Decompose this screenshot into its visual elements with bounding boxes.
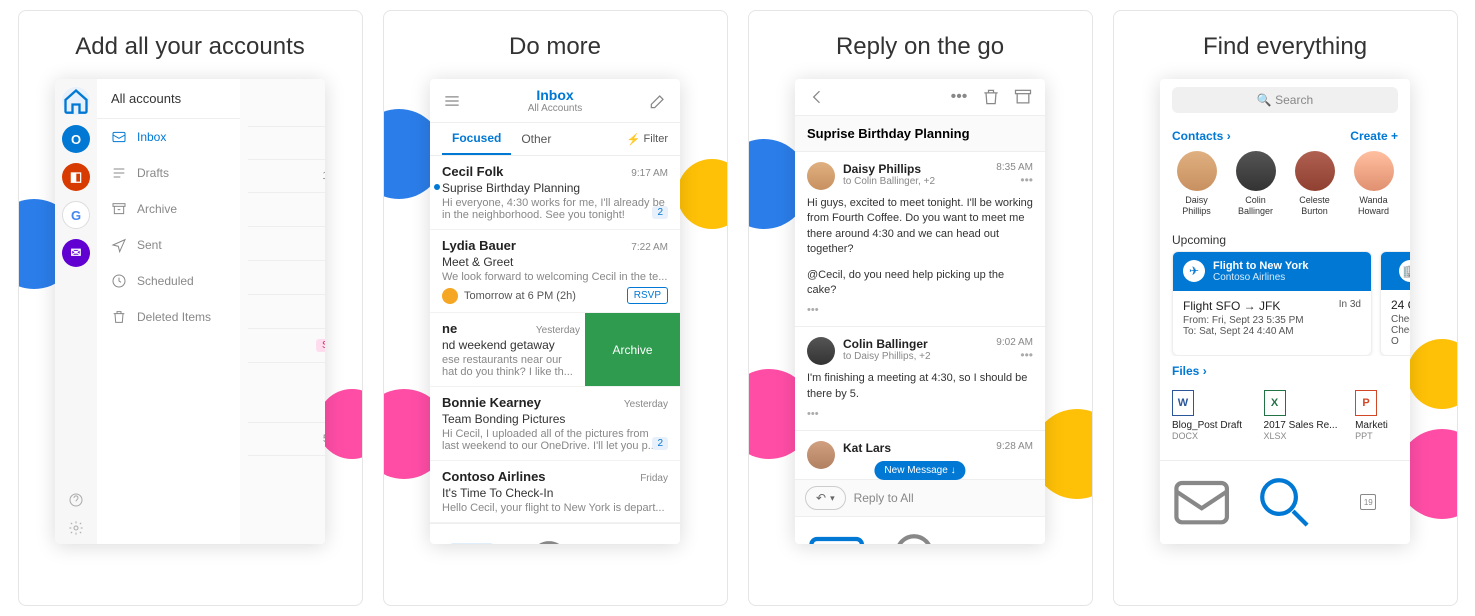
outlook-account-icon[interactable]: O [62, 125, 90, 153]
avatar [1354, 151, 1394, 191]
avatar [1295, 151, 1335, 191]
more-icon[interactable]: ••• [996, 173, 1033, 187]
settings-icon[interactable] [68, 520, 84, 536]
account-strip: O ◧ G ✉ [55, 79, 97, 544]
rsvp-button[interactable]: RSVP [627, 287, 668, 304]
nav-mail[interactable] [430, 524, 513, 544]
back-icon[interactable] [807, 87, 827, 107]
trash-icon[interactable] [981, 87, 1001, 107]
office-account-icon[interactable]: ◧ [62, 163, 90, 191]
file-item[interactable]: X2017 Sales Re...XLSX [1264, 390, 1346, 441]
panel-do-more: Do more Inbox All Accounts Focused Other… [383, 10, 728, 606]
panel-reply: Reply on the go ••• Suprise Birthday Pla… [748, 10, 1093, 606]
count-badge: 2 [652, 206, 668, 219]
sent-icon [111, 237, 127, 253]
message-item-swiped[interactable]: neYesterday nd weekend getaway ese resta… [430, 313, 680, 387]
inbox-icon [111, 129, 127, 145]
contact-item[interactable]: DaisyPhillips [1172, 151, 1221, 217]
more-icon[interactable]: ••• [949, 87, 969, 107]
reply-input[interactable]: Reply to All [854, 491, 1035, 505]
nav-calendar[interactable]: 19 [597, 524, 680, 544]
menu-icon[interactable] [442, 91, 462, 111]
nav-calendar[interactable]: 19 [962, 517, 1045, 544]
archive-icon[interactable] [1013, 87, 1033, 107]
more-icon[interactable]: ••• [996, 348, 1033, 362]
panel-title: Do more [384, 11, 727, 79]
panel-find: Find everything 🔍 Search Contacts › Crea… [1113, 10, 1458, 606]
chevron-down-icon: ▾ [830, 493, 835, 504]
lightning-icon: ⚡ [627, 133, 641, 146]
yahoo-account-icon[interactable]: ✉ [62, 239, 90, 267]
panel-title: Find everything [1114, 11, 1457, 79]
drafts-icon [111, 165, 127, 181]
plane-icon: ✈ [1183, 260, 1205, 282]
nav-search[interactable] [878, 517, 961, 544]
contact-item[interactable]: WandaHoward [1349, 151, 1398, 217]
nav-calendar[interactable]: 19 [1327, 461, 1410, 544]
clock-icon [111, 273, 127, 289]
archive-swipe[interactable]: Archive [585, 313, 680, 386]
compose-icon[interactable] [648, 91, 668, 111]
new-message-pill[interactable]: New Message ↓ [874, 461, 965, 480]
ppt-icon: P [1355, 390, 1377, 416]
avatar [1236, 151, 1276, 191]
thread-message[interactable]: Colin Ballingerto Daisy Phillips, +2 9:0… [795, 327, 1045, 431]
files-link[interactable]: Files › [1172, 364, 1207, 378]
reply-icon: ↶ [816, 491, 826, 505]
expand-icon[interactable]: ••• [807, 408, 1033, 420]
contact-item[interactable]: ColinBallinger [1231, 151, 1280, 217]
contact-item[interactable]: CelesteBurton [1290, 151, 1339, 217]
create-button[interactable]: Create + [1350, 129, 1398, 143]
nav-mail[interactable] [1160, 461, 1243, 544]
tab-other[interactable]: Other [511, 124, 561, 154]
word-icon: W [1172, 390, 1194, 416]
thread-message[interactable]: Daisy Phillipsto Colin Ballinger, +2 8:3… [795, 152, 1045, 327]
file-item[interactable]: PMarketiPPT [1355, 390, 1398, 441]
upcoming-heading: Upcoming [1160, 225, 1410, 251]
decor-blob [1407, 339, 1458, 409]
chevron-right-icon: › [1227, 129, 1231, 143]
chevron-right-icon: › [1203, 364, 1207, 378]
unread-dot [434, 184, 440, 190]
excel-icon: X [1264, 390, 1286, 416]
avatar [1177, 151, 1217, 191]
trash-icon [111, 309, 127, 325]
avatar [807, 441, 835, 469]
panel-title: Add all your accounts [19, 11, 362, 79]
nav-mail[interactable] [795, 517, 878, 544]
archive-icon [111, 201, 127, 217]
avatar [807, 337, 835, 365]
panel-title: Reply on the go [749, 11, 1092, 79]
home-account-icon[interactable] [62, 87, 90, 115]
event-icon [442, 288, 458, 304]
google-account-icon[interactable]: G [62, 201, 90, 229]
plus-icon: + [1391, 129, 1398, 143]
help-icon[interactable] [68, 492, 84, 508]
decor-blob [677, 159, 728, 229]
tab-focused[interactable]: Focused [442, 123, 511, 155]
event-card[interactable]: 🏢 24 GraCheck ICheck O [1380, 251, 1410, 356]
panel-accounts: Add all your accounts ✎ ilter 1 PM 2 5 S… [18, 10, 363, 606]
building-icon: 🏢 [1399, 260, 1410, 282]
count-badge: 2 [652, 437, 668, 450]
message-item[interactable]: Cecil Folk9:17 AM Suprise Birthday Plann… [430, 156, 680, 230]
message-item[interactable]: Bonnie KearneyYesterday Team Bonding Pic… [430, 387, 680, 461]
message-item[interactable]: Contoso AirlinesFriday It's Time To Chec… [430, 461, 680, 523]
background-inbox: ✎ ilter 1 PM 2 5 SVP 5 AM [240, 79, 325, 544]
nav-search[interactable] [513, 524, 596, 544]
contacts-link[interactable]: Contacts › [1172, 129, 1231, 143]
avatar [807, 162, 835, 190]
thread-subject: Suprise Birthday Planning [795, 116, 1045, 152]
flight-card[interactable]: ✈Flight to New YorkContoso Airlines Flig… [1172, 251, 1372, 356]
nav-search[interactable] [1243, 461, 1326, 544]
expand-icon[interactable]: ••• [807, 304, 1033, 316]
file-item[interactable]: WBlog_Post DraftDOCX [1172, 390, 1254, 441]
message-item[interactable]: Lydia Bauer7:22 AM Meet & Greet We look … [430, 230, 680, 313]
search-input[interactable]: 🔍 Search [1172, 87, 1398, 113]
filter-button[interactable]: ⚡Filter [627, 133, 668, 146]
inbox-header: Inbox All Accounts [462, 87, 648, 114]
reply-all-button[interactable]: ↶▾ [805, 486, 846, 510]
